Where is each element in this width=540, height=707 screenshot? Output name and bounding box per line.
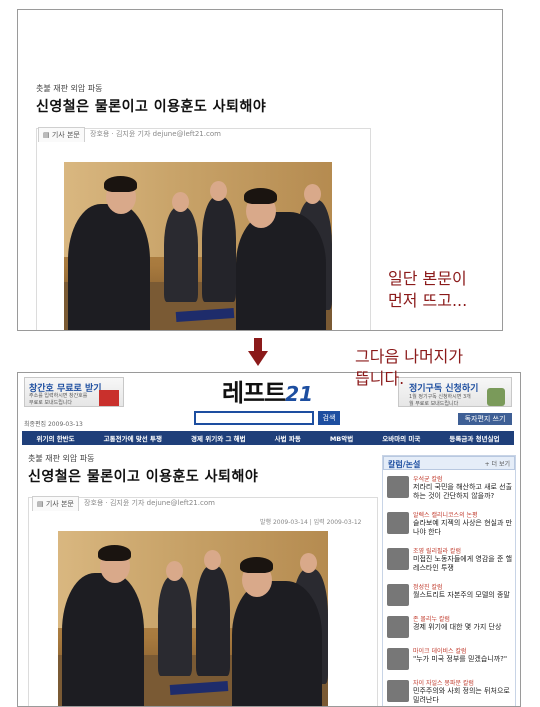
column-sidebar: 칼럼/논설 + 더 보기 우석균 칼럼 저라리 국민을 해산하고 새로 선출하는…	[382, 455, 516, 706]
annotation-line: 먼저 뜨고...	[388, 291, 468, 310]
column-title: 슬라보예 지젝의 사상은 현실과 만나야 한다	[413, 519, 513, 536]
annotation-line: 뜹니다.	[355, 369, 405, 388]
nav-item[interactable]: 경제 위기와 그 해법	[191, 433, 246, 443]
columnist-avatar	[387, 476, 409, 498]
second-screenshot-panel: 창간호 무료로 받기 주소를 입력하시면 창간호를 무료로 보내드립니다 레프트…	[17, 372, 521, 707]
column-title: "누가 미국 정부를 믿겠습니까?"	[413, 655, 508, 663]
sidebar-more-link[interactable]: + 더 보기	[485, 459, 510, 468]
nav-item[interactable]: 등록금과 청년실업	[449, 433, 499, 443]
sidebar-title: 칼럼/논설	[388, 460, 421, 469]
article-tab[interactable]: ▤ 기사 본문	[32, 496, 79, 511]
column-category: 우석균 칼럼	[413, 476, 443, 483]
article-kicker: 촛불 재판 외압 파동	[36, 84, 103, 93]
main-nav: 위기의 한반도 고통전가에 맞선 투쟁 경제 위기와 그 해법 사법 파동 MB…	[22, 431, 514, 445]
subscription-icon	[487, 388, 505, 406]
nav-item[interactable]: 위기의 한반도	[37, 433, 75, 443]
article-byline: 장호용 · 김지윤 기자 dejune@left21.com	[84, 499, 215, 507]
columnist-avatar	[387, 680, 409, 702]
annotation-rest-later: 그다음 나머지가 뜹니다.	[355, 346, 463, 390]
annotation-line: 일단 본문이	[388, 269, 467, 288]
search-button[interactable]: 검색	[318, 411, 340, 425]
promo-sub: 1월 정기구독 신청하시면 3개월 무료로 보내드립니다	[409, 394, 471, 407]
article-photo	[58, 531, 328, 706]
column-category: 마이크 데이비스 칼럼	[413, 648, 467, 655]
article-byline: 장호용 · 김지윤 기자 dejune@left21.com	[90, 130, 221, 138]
column-title: 경제 위기에 대한 몇 가지 단상	[413, 623, 502, 631]
nav-item[interactable]: 사법 파동	[275, 433, 301, 443]
columnist-avatar	[387, 648, 409, 670]
nav-item[interactable]: 오바마의 미국	[382, 433, 420, 443]
article-kicker: 촛불 재판 외압 파동	[28, 454, 95, 463]
arrow-down-icon	[248, 338, 268, 366]
magazine-icon	[99, 390, 119, 406]
article-tab-label: 기사 본문	[51, 131, 80, 139]
free-issue-promo[interactable]: 창간호 무료로 받기 주소를 입력하시면 창간호를 무료로 보내드립니다	[24, 377, 124, 407]
column-title: 민주주의와 사회 정의는 뒤처으로 밀려난다	[413, 687, 510, 704]
document-icon: ▤	[37, 500, 44, 508]
article-tab[interactable]: ▤ 기사 본문	[38, 127, 85, 142]
annotation-line: 그다음 나머지가	[355, 347, 464, 366]
columnist-avatar	[387, 548, 409, 570]
logo-number: 21	[285, 382, 314, 406]
logo-text: 레프트	[222, 379, 286, 407]
column-title: 저라리 국민을 해산하고 새로 선출하는 것이 간단하지 않을까?	[413, 483, 513, 500]
columnist-avatar	[387, 584, 409, 606]
search-input[interactable]	[194, 411, 314, 425]
column-category: 조영 릴리필라 칼럼	[413, 548, 461, 555]
article-headline: 신영철은 물론이고 이용훈도 사퇴해야	[36, 99, 267, 115]
nav-item[interactable]: 고통전가에 맞선 투쟁	[104, 433, 162, 443]
sidebar-header: 칼럼/논설 + 더 보기	[383, 456, 515, 470]
column-title: 미접진 노동자들에게 영감을 준 핼레스타인 투쟁	[413, 555, 513, 572]
promo-sub: 주소를 입력하시면 창간호를 무료로 보내드립니다	[29, 393, 88, 406]
article-dates: 발행 2009-03-14 | 입력 2009-03-12	[260, 519, 362, 526]
nav-item[interactable]: MB악법	[330, 433, 353, 443]
column-title: 월스트리트 자본주의 모델의 종말	[413, 591, 510, 599]
columnist-avatar	[387, 616, 409, 638]
column-category: 알렉스 캘리니코스의 논평	[413, 512, 478, 519]
columnist-avatar	[387, 512, 409, 534]
column-category: 자이 자일스 몽파문 칼럼	[413, 680, 474, 687]
annotation-body-first: 일단 본문이 먼저 뜨고...	[388, 268, 467, 312]
article-photo	[64, 162, 332, 330]
site-logo[interactable]: 레프트21	[222, 373, 313, 408]
article-tab-label: 기사 본문	[45, 500, 74, 508]
document-icon: ▤	[43, 131, 50, 139]
reader-letter-button[interactable]: 독자편지 쓰기	[458, 413, 512, 425]
last-edited-date: 최종편집 2009-03-13	[24, 421, 83, 428]
article-headline: 신영철은 물론이고 이용훈도 사퇴해야	[28, 469, 259, 485]
column-category: 존 몰리누 칼럼	[413, 616, 450, 623]
column-category: 정성진 칼럼	[413, 584, 443, 591]
